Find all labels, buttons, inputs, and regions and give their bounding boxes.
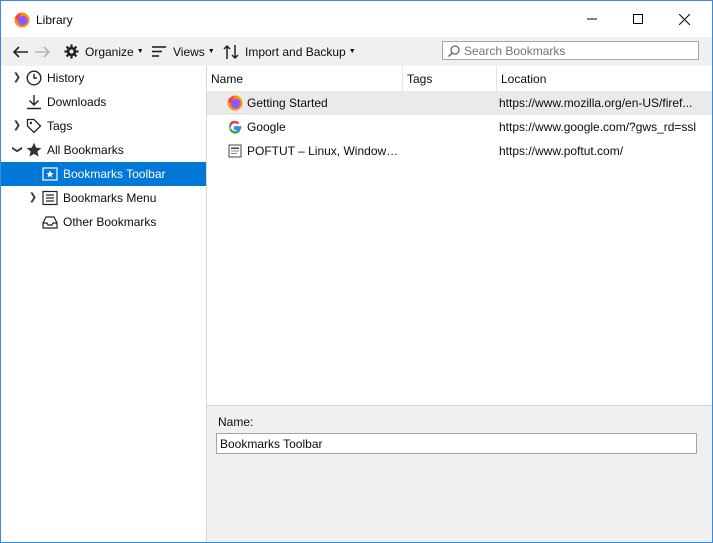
bookmarks-menu-icon [42,190,58,206]
google-icon [228,120,242,134]
bookmark-name: Google [247,120,286,134]
sidebar-item-history[interactable]: ❯ History [1,66,206,90]
bookmarks-toolbar-icon [42,167,58,181]
name-field-label: Name: [218,415,254,429]
search-icon [448,45,460,57]
forward-button[interactable] [34,37,52,66]
column-headers: Name Tags Location [207,66,712,92]
sidebar-item-label: History [47,71,85,85]
expand-chevron-icon[interactable]: ❯ [28,192,38,203]
title-bar: Library [1,1,712,37]
search-input[interactable]: Search Bookmarks [442,41,699,60]
organize-menu-button[interactable]: Organize ▼ [64,37,144,66]
bookmark-name: POFTUT – Linux, Windows, ... [247,144,402,158]
dropdown-caret-icon: ▼ [136,48,144,55]
views-menu-button[interactable]: Views ▼ [152,37,215,66]
import-backup-menu-button[interactable]: Import and Backup ▼ [223,37,356,66]
sidebar-item-label: Other Bookmarks [63,215,157,229]
sidebar-item-label: Bookmarks Toolbar [63,167,166,181]
toolbar: Organize ▼ Views ▼ Import and Backup ▼ S… [1,37,712,66]
sidebar-item-all-bookmarks[interactable]: ❯ All Bookmarks [1,138,206,162]
sidebar-item-other-bookmarks[interactable]: Other Bookmarks [1,210,206,234]
bookmark-location: https://www.mozilla.org/en-US/firef... [499,96,693,110]
views-list-icon [152,46,166,57]
sidebar-item-bookmarks-toolbar[interactable]: Bookmarks Toolbar [1,162,206,186]
sidebar-item-label: Bookmarks Menu [63,191,157,205]
library-window: Library Organize ▼ Views ▼ Import and Ba… [0,0,713,543]
column-divider[interactable] [496,66,497,91]
firefox-icon [227,95,243,111]
minimize-button[interactable] [569,1,615,37]
bookmark-location: https://www.google.com/?gws_rd=ssl [499,120,697,134]
back-button[interactable] [11,37,29,66]
import-backup-label: Import and Backup [245,44,346,59]
tag-icon [26,118,42,134]
organize-label: Organize [85,44,134,59]
import-export-arrows-icon [223,44,239,59]
sidebar-item-label: All Bookmarks [47,143,124,157]
bookmark-location: https://www.poftut.com/ [499,144,624,158]
back-arrow-icon [12,45,28,58]
bookmark-row[interactable]: Getting Started https://www.mozilla.org/… [207,91,712,115]
views-label: Views [173,44,205,59]
collapse-chevron-icon[interactable]: ❯ [12,145,23,155]
close-button[interactable] [661,1,707,37]
search-placeholder: Search Bookmarks [464,44,566,58]
dropdown-caret-icon: ▼ [348,48,356,55]
maximize-button[interactable] [615,1,661,37]
dropdown-caret-icon: ▼ [207,48,215,55]
forward-arrow-icon [35,45,51,58]
sidebar-item-tags[interactable]: ❯ Tags [1,114,206,138]
expand-chevron-icon[interactable]: ❯ [12,72,22,83]
tray-icon [42,216,58,229]
maximize-icon [633,14,643,24]
details-pane: Name: [207,405,712,542]
sidebar-item-downloads[interactable]: Downloads [1,90,206,114]
minimize-icon [587,18,597,20]
bookmark-row[interactable]: Google https://www.google.com/?gws_rd=ss… [207,115,712,139]
sidebar-tree: ❯ History Downloads ❯ Tags ❯ All Bookmar… [1,66,207,542]
sidebar-item-label: Downloads [47,95,107,109]
firefox-logo-icon [14,12,30,28]
expand-chevron-icon[interactable]: ❯ [12,120,22,131]
window-title: Library [36,13,73,27]
download-arrow-icon [27,95,41,110]
star-icon [26,142,42,157]
sidebar-item-label: Tags [47,119,73,133]
column-header-location[interactable]: Location [501,72,546,86]
bookmark-row[interactable]: POFTUT – Linux, Windows, ... https://www… [207,139,712,163]
column-header-tags[interactable]: Tags [407,72,432,86]
bookmarks-list: Name Tags Location Getting Started https… [207,66,712,405]
sidebar-item-bookmarks-menu[interactable]: ❯ Bookmarks Menu [1,186,206,210]
bookmark-name: Getting Started [247,96,328,110]
clock-icon [26,70,42,86]
poftut-icon [228,144,242,158]
column-header-name[interactable]: Name [211,72,243,86]
gear-icon [64,44,79,59]
column-divider[interactable] [402,66,403,91]
name-field[interactable] [216,433,697,454]
close-icon [678,13,690,25]
